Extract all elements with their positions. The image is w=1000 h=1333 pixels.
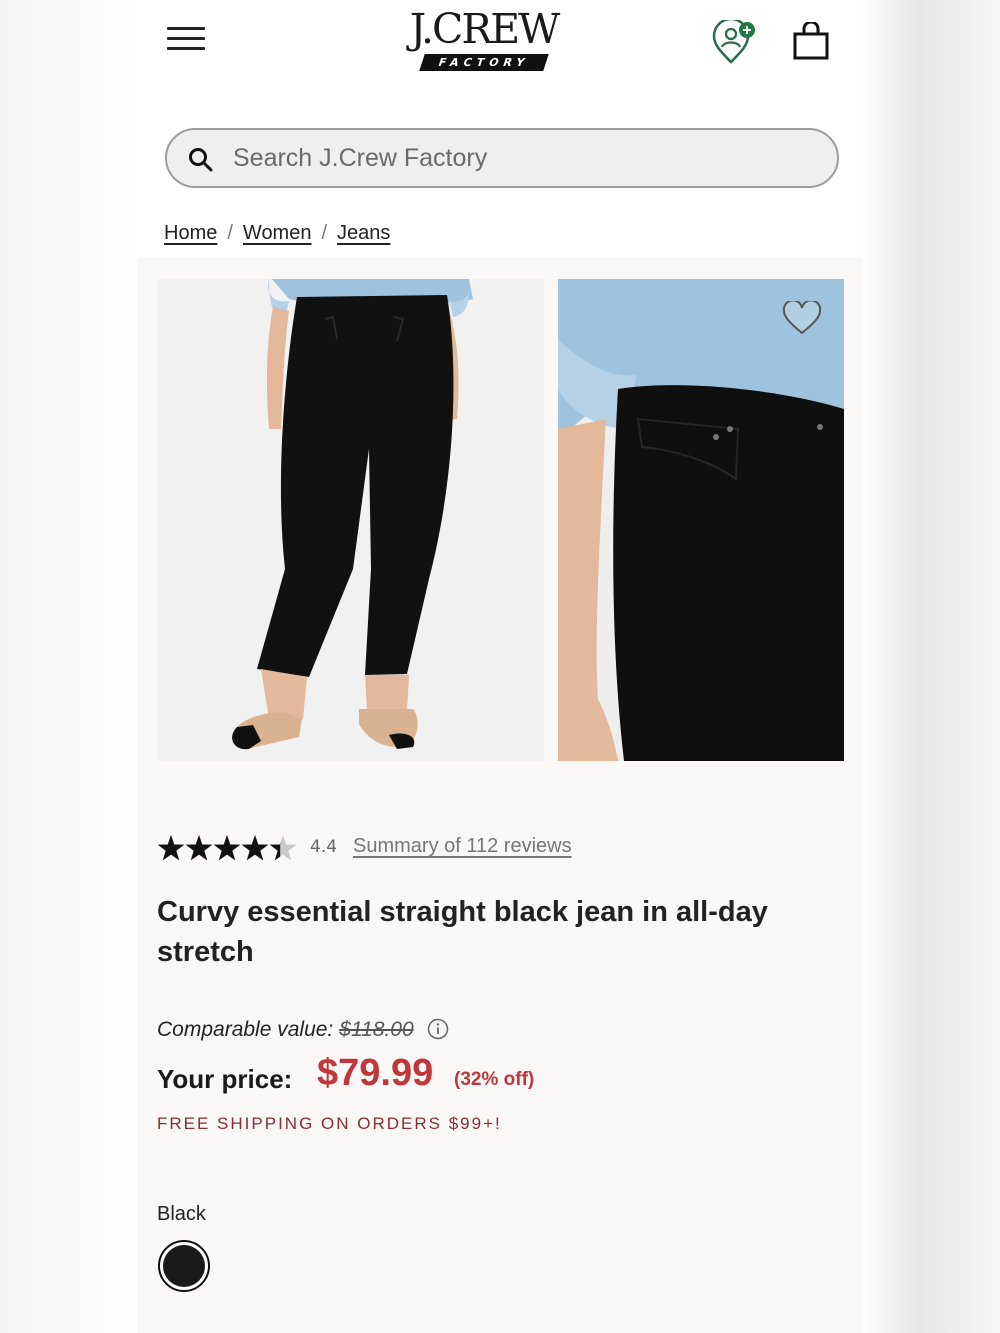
product-title: Curvy essential straight black jean in a… bbox=[157, 896, 768, 968]
swatch-fill bbox=[163, 1245, 205, 1287]
star-icon bbox=[157, 835, 185, 861]
star-icon bbox=[241, 835, 269, 861]
color-swatch-black[interactable] bbox=[158, 1240, 210, 1292]
info-icon[interactable] bbox=[427, 1018, 449, 1040]
sale-price: $79.99 bbox=[317, 1052, 434, 1094]
rating-row: 4.4 Summary of 112 reviews bbox=[157, 830, 757, 866]
search-bar[interactable] bbox=[165, 128, 839, 188]
breadcrumb-home[interactable]: Home bbox=[164, 222, 217, 244]
brand-logo[interactable]: J.CREW FACTORY bbox=[399, 6, 569, 76]
shipping-promo: FREE SHIPPING ON ORDERS $99+! bbox=[157, 1114, 502, 1133]
product-image-main[interactable] bbox=[157, 279, 544, 761]
logo-wordmark: J.CREW bbox=[409, 5, 561, 53]
search-input[interactable] bbox=[233, 138, 793, 178]
comparable-value: Comparable value: $118.00 bbox=[157, 1018, 449, 1046]
star-rating bbox=[157, 835, 297, 861]
comparable-price: $118.00 bbox=[339, 1018, 414, 1041]
product-image-detail[interactable] bbox=[558, 279, 844, 761]
breadcrumb-women[interactable]: Women bbox=[243, 222, 312, 244]
reviews-link[interactable]: Summary of 112 reviews bbox=[353, 835, 572, 858]
rating-value: 4.4 bbox=[310, 837, 338, 857]
star-icon bbox=[213, 835, 241, 861]
breadcrumb-jeans[interactable]: Jeans bbox=[337, 222, 390, 244]
breadcrumb-separator: / bbox=[321, 222, 328, 244]
comparable-label: Comparable value: bbox=[157, 1018, 334, 1041]
site-header: J.CREW FACTORY Search J.Crew Factory Hom… bbox=[137, 0, 863, 258]
account-plus-icon[interactable] bbox=[711, 17, 761, 66]
product-page: J.CREW FACTORY Search J.Crew Factory Hom… bbox=[137, 0, 863, 1333]
star-icon bbox=[185, 835, 213, 861]
breadcrumb-separator: / bbox=[227, 222, 233, 244]
search-icon bbox=[189, 148, 213, 172]
discount-percent: (32% off) bbox=[454, 1069, 535, 1090]
logo-subtitle: FACTORY bbox=[419, 54, 549, 71]
menu-icon[interactable] bbox=[167, 24, 207, 52]
heart-icon[interactable] bbox=[782, 301, 822, 337]
price-label: Your price: bbox=[157, 1064, 293, 1094]
breadcrumb: Home / Women / Jeans bbox=[164, 222, 390, 252]
shopping-bag-icon[interactable] bbox=[791, 20, 833, 62]
color-name: Black bbox=[157, 1203, 206, 1225]
